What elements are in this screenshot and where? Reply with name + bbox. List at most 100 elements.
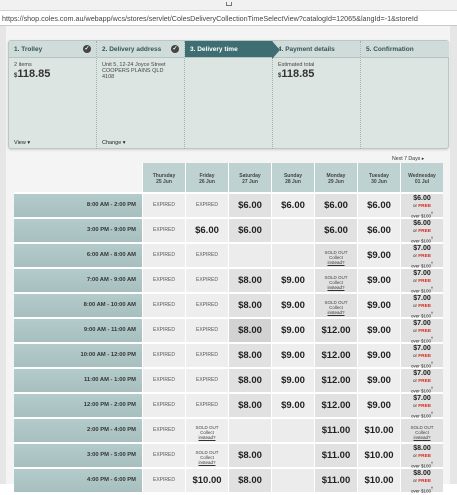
delivery-slot[interactable]: $9.00: [357, 294, 400, 319]
delivery-slot-free-offer[interactable]: $7.00 or FREE over $100†: [400, 394, 443, 419]
collect-instead-link[interactable]: instead?: [327, 285, 344, 290]
free-offer-text: $7.00 or FREE over $100†: [401, 344, 443, 370]
delivery-slot[interactable]: $8.00: [228, 444, 271, 469]
sold-out-slot[interactable]: SOLD OUT Collect instead?: [314, 244, 357, 269]
delivery-slot[interactable]: $12.00: [314, 319, 357, 344]
delivery-slot[interactable]: $9.00: [357, 319, 400, 344]
delivery-slot[interactable]: $9.00: [357, 244, 400, 269]
delivery-slot[interactable]: $6.00: [357, 194, 400, 219]
delivery-slot[interactable]: $8.00: [228, 319, 271, 344]
delivery-slot[interactable]: $9.00: [271, 344, 314, 369]
step-confirmation[interactable]: 5. Confirmation: [361, 41, 449, 149]
delivery-slot[interactable]: $6.00: [314, 219, 357, 244]
delivery-slot[interactable]: $10.00: [185, 469, 228, 494]
delivery-slot[interactable]: $6.00: [357, 219, 400, 244]
sold-out-text: SOLD OUT Collect instead?: [315, 294, 357, 315]
over-100-label: over $100: [410, 288, 431, 294]
delivery-slot-free-offer[interactable]: $7.00 or FREE over $100†: [400, 244, 443, 269]
delivery-slot[interactable]: $10.00: [357, 444, 400, 469]
step-delivery-address[interactable]: 2. Delivery address ✓ Unit 5, 12-24 Joyce…: [97, 41, 185, 149]
delivery-slot[interactable]: $9.00: [357, 344, 400, 369]
slot-row: 8:00 AM - 10:00 AM EXPIRED EXPIRED $8.00 $9.…: [14, 294, 446, 319]
delivery-slot[interactable]: $8.00: [228, 469, 271, 494]
delivery-slot[interactable]: $6.00: [228, 219, 271, 244]
delivery-slot[interactable]: $6.00: [185, 219, 228, 244]
free-offer-text: $6.00 or FREE over $100†: [401, 219, 443, 245]
delivery-slot[interactable]: $11.00: [314, 419, 357, 444]
delivery-slot[interactable]: $10.00: [357, 419, 400, 444]
collect-instead-link[interactable]: instead?: [327, 310, 344, 315]
day-date: 27 Jun: [242, 179, 258, 185]
delivery-slot[interactable]: $9.00: [357, 269, 400, 294]
day-date: 28 Jun: [285, 179, 301, 185]
next-7-days-link[interactable]: Next 7 Days ▸: [392, 156, 424, 162]
unavailable-slot: [228, 244, 271, 269]
sold-out-slot[interactable]: SOLD OUT Collect instead?: [314, 269, 357, 294]
slot-row: 3:00 PM - 5:00 PM EXPIRED SOLD OUT Collect i…: [14, 444, 446, 469]
delivery-slot[interactable]: $9.00: [271, 269, 314, 294]
slot-row: 4:00 PM - 6:00 PM EXPIRED $10.00 $8.00 $11.0…: [14, 469, 446, 494]
delivery-slot[interactable]: $11.00: [314, 469, 357, 494]
delivery-slot[interactable]: $6.00: [314, 194, 357, 219]
footnote-marker: †: [431, 461, 433, 465]
delivery-slot[interactable]: $6.00: [271, 194, 314, 219]
delivery-slot[interactable]: $10.00: [357, 469, 400, 494]
delivery-slot[interactable]: $12.00: [314, 344, 357, 369]
delivery-slot-free-offer[interactable]: $7.00 or FREE over $100†: [400, 369, 443, 394]
delivery-slot[interactable]: $9.00: [271, 369, 314, 394]
delivery-slot[interactable]: $6.00: [228, 194, 271, 219]
collect-instead-link[interactable]: instead?: [198, 460, 215, 465]
collect-instead-link[interactable]: instead?: [413, 435, 430, 440]
slot-time: 10:00 AM - 12:00 PM: [14, 344, 142, 369]
delivery-slot-free-offer[interactable]: $6.00 or FREE over $100†: [400, 219, 443, 244]
slot-price: $7.00: [413, 395, 431, 402]
delivery-slot[interactable]: $9.00: [357, 394, 400, 419]
change-address-link[interactable]: Change ▾: [102, 140, 126, 146]
check-icon: ✓: [83, 45, 91, 53]
delivery-slot[interactable]: $9.00: [357, 369, 400, 394]
slot-price: $8.00: [413, 470, 431, 477]
delivery-slot[interactable]: $9.00: [271, 394, 314, 419]
expired-slot: EXPIRED: [142, 344, 185, 369]
step-trolley[interactable]: 1. Trolley ✓ 2 items $118.85 View ▾: [9, 41, 97, 149]
delivery-slot[interactable]: $8.00: [228, 394, 271, 419]
footnote-marker: †: [431, 411, 433, 415]
delivery-slot[interactable]: $8.00: [228, 344, 271, 369]
delivery-slot-free-offer[interactable]: $7.00 or FREE over $100†: [400, 269, 443, 294]
delivery-slot-free-offer[interactable]: $7.00 or FREE over $100†: [400, 294, 443, 319]
step-payment-details[interactable]: 4. Payment details Estimated total $118.…: [273, 41, 361, 149]
delivery-slot-free-offer[interactable]: $7.00 or FREE over $100†: [400, 319, 443, 344]
delivery-slot[interactable]: $9.00: [271, 319, 314, 344]
sold-out-slot[interactable]: SOLD OUT Collect instead?: [185, 419, 228, 444]
slot-time: 8:00 AM - 2:00 PM: [14, 194, 142, 219]
address-bar[interactable]: https://shop.coles.com.au/webapp/wcs/sto…: [0, 11, 457, 26]
delivery-slot[interactable]: $8.00: [228, 269, 271, 294]
slot-price: $7.00: [413, 295, 431, 302]
delivery-slot[interactable]: $8.00: [228, 294, 271, 319]
expired-slot: EXPIRED: [185, 194, 228, 219]
expired-slot: EXPIRED: [185, 244, 228, 269]
step-label: 5. Confirmation: [366, 46, 414, 53]
step-delivery-time[interactable]: 3. Delivery time: [185, 41, 280, 149]
delivery-slot-free-offer[interactable]: $7.00 or FREE over $100†: [400, 344, 443, 369]
sold-out-slot[interactable]: SOLD OUT Collect instead?: [400, 419, 443, 444]
estimated-total: $118.85: [278, 68, 315, 80]
free-label: FREE: [418, 328, 432, 334]
free-label: FREE: [418, 203, 432, 209]
delivery-slot[interactable]: $8.00: [228, 369, 271, 394]
delivery-slot[interactable]: $12.00: [314, 394, 357, 419]
collect-instead-link[interactable]: instead?: [198, 435, 215, 440]
delivery-slot-free-offer[interactable]: $6.00 or FREE over $100†: [400, 194, 443, 219]
delivery-slot-free-offer[interactable]: $8.00 or FREE over $100†: [400, 444, 443, 469]
sold-out-slot[interactable]: SOLD OUT Collect instead?: [314, 294, 357, 319]
delivery-slot[interactable]: $11.00: [314, 444, 357, 469]
collect-instead-link[interactable]: instead?: [327, 260, 344, 265]
free-label: FREE: [418, 403, 432, 409]
delivery-slot[interactable]: $12.00: [314, 369, 357, 394]
delivery-slot[interactable]: $9.00: [271, 294, 314, 319]
restore-icon[interactable]: [225, 2, 232, 6]
sold-out-slot[interactable]: SOLD OUT Collect instead?: [185, 444, 228, 469]
slot-row: 6:00 AM - 8:00 AM EXPIRED EXPIRED SOLD OUT C…: [14, 244, 446, 269]
view-trolley-link[interactable]: View ▾: [14, 140, 30, 146]
delivery-slot-free-offer[interactable]: $8.00 or FREE over $100†: [400, 469, 443, 494]
